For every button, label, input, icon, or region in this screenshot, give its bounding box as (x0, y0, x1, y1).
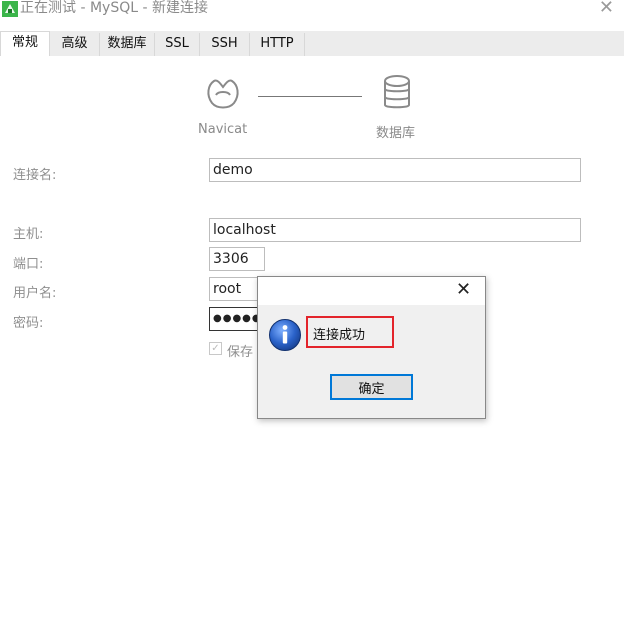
port-input[interactable] (209, 247, 265, 271)
password-input[interactable]: ●●●●● (209, 307, 261, 331)
save-password-checkbox[interactable]: ✓ (209, 342, 222, 355)
host-input[interactable] (209, 218, 581, 242)
window-close-icon[interactable]: ✕ (599, 0, 614, 17)
message-box-close-icon[interactable]: ✕ (456, 280, 471, 300)
connection-name-input[interactable] (209, 158, 581, 182)
username-label: 用户名: (13, 286, 57, 301)
navicat-label: Navicat (198, 122, 248, 137)
success-message: 连接成功 (313, 328, 366, 343)
tab-advanced[interactable]: 高级 (50, 33, 100, 56)
save-password-label: 保存 (227, 345, 254, 360)
info-icon (269, 319, 301, 351)
host-label: 主机: (13, 227, 44, 242)
database-icon (384, 75, 410, 109)
title-bar: 正在测试 - MySQL - 新建连接 ✕ (0, 0, 624, 30)
tab-ssl[interactable]: SSL (155, 33, 200, 56)
tab-ssh[interactable]: SSH (200, 33, 250, 56)
tab-general[interactable]: 常规 (0, 31, 50, 56)
username-input[interactable] (209, 277, 259, 301)
message-box-titlebar (258, 277, 485, 305)
database-label: 数据库 (376, 126, 416, 141)
ok-button[interactable]: 确定 (330, 374, 413, 400)
window-title: 正在测试 - MySQL - 新建连接 (20, 0, 208, 16)
tab-http[interactable]: HTTP (250, 33, 305, 56)
tab-database[interactable]: 数据库 (100, 33, 155, 56)
connection-line (258, 96, 362, 97)
password-label: 密码: (13, 316, 44, 331)
navicat-logo-icon (207, 79, 239, 109)
tab-bar: 常规 高级 数据库 SSL SSH HTTP (0, 31, 624, 56)
success-message-box: ✕ 连接成功 确定 (257, 276, 486, 419)
navicat-app-icon (2, 1, 18, 17)
port-label: 端口: (13, 257, 44, 272)
connection-name-label: 连接名: (13, 168, 57, 183)
